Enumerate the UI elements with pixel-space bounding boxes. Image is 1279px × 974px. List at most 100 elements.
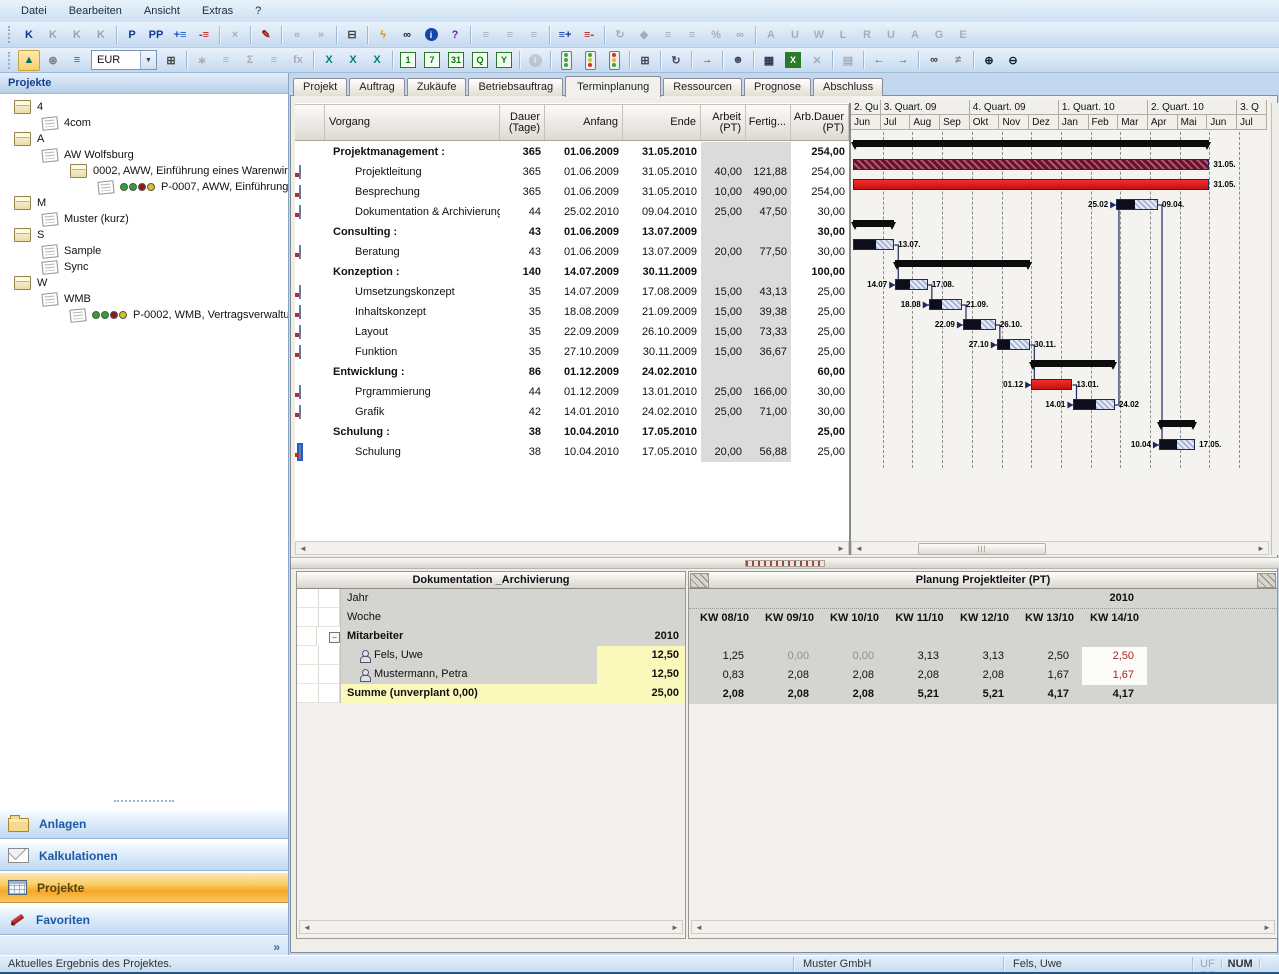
column-header-anfang[interactable]: Anfang — [545, 105, 623, 140]
doc-remove-icon[interactable]: ≡- — [578, 24, 600, 45]
tab-abschluss[interactable]: Abschluss — [813, 78, 883, 96]
calendar-year-icon[interactable]: Y — [493, 50, 515, 71]
toolbar-grip[interactable] — [8, 26, 13, 43]
task-row[interactable]: Funktion3527.10.200930.11.200915,0036,67… — [295, 342, 849, 362]
menu-item-ansicht[interactable]: Ansicht — [133, 3, 191, 19]
currency-doc-icon[interactable]: ≡ — [66, 50, 88, 71]
column-header-arbdauer[interactable]: Arb.Dauer(PT) — [791, 105, 849, 140]
task-type-icon[interactable] — [299, 325, 301, 339]
doc-panel-row[interactable]: −Mitarbeiter2010 — [297, 627, 685, 646]
planning-data-row[interactable]: 2,082,082,085,215,214,174,17 — [689, 685, 1277, 704]
doc-search-icon[interactable]: ≡ — [681, 24, 703, 45]
tab-prognose[interactable]: Prognose — [744, 78, 811, 96]
task-row[interactable]: Dokumentation & Archivierung4425.02.2010… — [295, 202, 849, 222]
tree-item[interactable]: 4 — [0, 99, 288, 115]
doc-panel-row[interactable]: Woche — [297, 608, 685, 627]
edit-pen-icon[interactable]: ✎ — [255, 24, 277, 45]
report-e-icon[interactable]: E — [952, 24, 974, 45]
row-value[interactable]: 12,50 — [597, 646, 685, 665]
planning-value-cell[interactable]: 4,17 — [1082, 685, 1147, 704]
scroll-left-icon[interactable]: ◄ — [692, 923, 706, 932]
task-row[interactable]: Layout3522.09.200926.10.200915,0073,3325… — [295, 322, 849, 342]
column-header-dauer[interactable]: Dauer(Tage) — [500, 105, 545, 140]
traffic-light-all-icon[interactable] — [555, 50, 577, 71]
column-header-icon[interactable] — [295, 105, 325, 140]
gantt-task-bar[interactable] — [1031, 379, 1072, 390]
calendar-quarter-icon[interactable]: Q — [469, 50, 491, 71]
refresh-window-icon[interactable]: ↻ — [665, 50, 687, 71]
settings-gears-icon[interactable]: ⊛ — [42, 50, 64, 71]
toolbar-grip[interactable] — [8, 52, 13, 69]
planning-value-cell[interactable]: 4,17 — [1017, 685, 1082, 704]
doc-panel-row[interactable]: Jahr — [297, 589, 685, 608]
panel-collapse-handle-icon[interactable] — [1257, 573, 1276, 588]
tab-ressourcen[interactable]: Ressourcen — [663, 78, 742, 96]
gantt-task-bar[interactable] — [1116, 199, 1158, 210]
tree-item[interactable]: 4com — [0, 115, 288, 131]
gantt-task-bar[interactable] — [929, 299, 962, 310]
chevron-down-icon[interactable]: ▼ — [140, 51, 156, 69]
planning-value-cell[interactable]: 2,08 — [952, 666, 1017, 685]
open-project-icon[interactable]: K — [42, 24, 64, 45]
planning-value-cell[interactable]: 2,50 — [1082, 647, 1147, 666]
column-header-fertig[interactable]: Fertig... — [746, 105, 791, 140]
scroll-left-icon[interactable]: ◄ — [296, 544, 310, 553]
column-header-ende[interactable]: Ende — [623, 105, 701, 140]
planning-value-cell[interactable]: 1,67 — [1082, 666, 1147, 685]
documentation-hscrollbar[interactable]: ◄ ► — [299, 920, 683, 934]
calendar-month-icon[interactable]: 31 — [445, 50, 467, 71]
scroll-right-icon[interactable]: ► — [668, 923, 682, 932]
report-a-icon[interactable]: A — [760, 24, 782, 45]
forward-icon[interactable]: → — [892, 50, 914, 71]
row-value[interactable]: 25,00 — [597, 684, 685, 703]
planning-value-cell[interactable]: 0,00 — [757, 647, 822, 666]
close-project-icon[interactable]: K — [90, 24, 112, 45]
freeze-icon[interactable]: ∗ — [191, 50, 213, 71]
gantt-task-bar[interactable] — [1073, 399, 1115, 410]
jump-red-arrow-icon[interactable]: → — [696, 50, 718, 71]
planning-value-cell[interactable]: 5,21 — [887, 685, 952, 704]
tree-item[interactable]: WMB — [0, 291, 288, 307]
menu-item-[interactable]: ? — [244, 3, 272, 19]
tab-betriebsauftrag[interactable]: Betriebsauftrag — [468, 78, 563, 96]
task-row[interactable]: Consulting :4301.06.200913.07.200930,00 — [295, 222, 849, 242]
hourglass-current-icon[interactable]: X — [342, 50, 364, 71]
nav-button-kalkulationen[interactable]: Kalkulationen — [0, 840, 288, 871]
binoculars-icon[interactable]: ∞ — [396, 24, 418, 45]
zoom-in-icon[interactable]: ⊕ — [978, 50, 1000, 71]
task-type-icon[interactable] — [299, 445, 301, 459]
task-row[interactable]: Prgrammierung4401.12.200913.01.201025,00… — [295, 382, 849, 402]
calculator-icon[interactable]: ⊞ — [160, 50, 182, 71]
doc-panel-row[interactable]: Mustermann, Petra12,50 — [297, 665, 685, 684]
report-view-icon[interactable]: ▦ — [758, 50, 780, 71]
planning-value-cell[interactable]: 3,13 — [952, 647, 1017, 666]
help-icon[interactable]: ? — [444, 24, 466, 45]
chart-view-icon[interactable]: ▲ — [18, 50, 40, 71]
gantt-task-bar[interactable] — [963, 319, 996, 330]
tree-item[interactable]: S — [0, 227, 288, 243]
task-type-icon[interactable] — [299, 305, 301, 319]
sidebar-splitter[interactable] — [0, 797, 288, 807]
indent-icon[interactable]: » — [310, 24, 332, 45]
task-type-icon[interactable] — [299, 385, 301, 399]
doc-add-icon[interactable]: ≡+ — [554, 24, 576, 45]
task-type-icon[interactable] — [299, 165, 301, 179]
planning-value-cell[interactable]: 3,13 — [887, 647, 952, 666]
row-value[interactable]: 2010 — [597, 627, 685, 646]
copy-plan-icon[interactable]: PP — [145, 24, 167, 45]
tree-item[interactable]: M — [0, 195, 288, 211]
outdent-icon[interactable]: « — [286, 24, 308, 45]
gantt-task-bar[interactable] — [853, 159, 1209, 170]
tree-item[interactable]: A — [0, 131, 288, 147]
tree-item[interactable]: P-0007, AWW, Einführung Wa... — [0, 179, 288, 195]
task-row[interactable]: Entwicklung :8601.12.200924.02.201060,00 — [295, 362, 849, 382]
hourglass-past-icon[interactable]: X — [318, 50, 340, 71]
task-row[interactable]: Umsetzungskonzept3514.07.200917.08.20091… — [295, 282, 849, 302]
back-icon[interactable]: ← — [868, 50, 890, 71]
copy-values-icon[interactable]: ≡ — [215, 50, 237, 71]
planning-value-cell[interactable]: 5,21 — [952, 685, 1017, 704]
scroll-left-icon[interactable]: ◄ — [300, 923, 314, 932]
fx-icon[interactable]: fx — [287, 50, 309, 71]
gantt-task-bar[interactable] — [1159, 439, 1195, 450]
task-type-icon[interactable] — [299, 245, 301, 259]
